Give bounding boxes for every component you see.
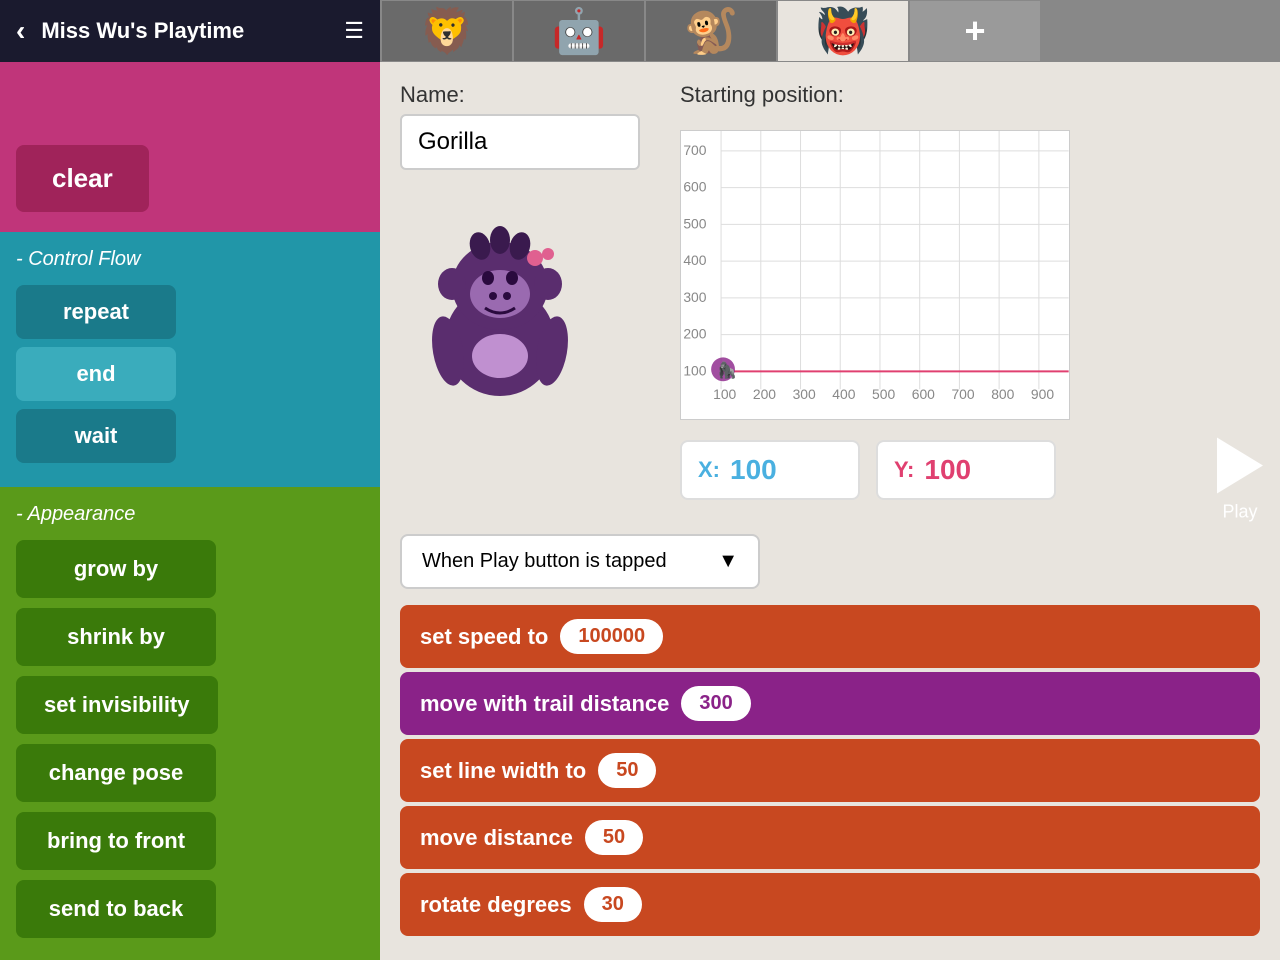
svg-text:800: 800 — [991, 386, 1014, 402]
block-text: set line width to — [420, 758, 586, 784]
grow-by-button[interactable]: grow by — [16, 540, 216, 598]
play-label: Play — [1222, 502, 1257, 523]
svg-text:400: 400 — [683, 252, 706, 268]
content-area: Name: — [380, 62, 1280, 534]
rotate-degrees-block[interactable]: rotate degrees 30 — [400, 873, 1260, 936]
dropdown-arrow-icon: ▼ — [718, 550, 738, 573]
repeat-button[interactable]: repeat — [16, 285, 176, 339]
blocks-container: set speed to 100000 move with trail dist… — [400, 605, 1260, 940]
block-value-linewidth: 50 — [598, 753, 656, 788]
gorilla-image — [400, 196, 600, 396]
char-thumb-1[interactable]: 🦁 — [382, 1, 512, 61]
wait-button[interactable]: wait — [16, 409, 176, 463]
svg-text:500: 500 — [683, 215, 706, 231]
menu-button[interactable]: ☰ — [344, 18, 364, 44]
position-panel: Starting position: — [680, 82, 1070, 514]
name-label: Name: — [400, 82, 660, 108]
y-position-box[interactable]: Y: 100 — [876, 440, 1056, 500]
svg-text:600: 600 — [912, 386, 935, 402]
position-label: Starting position: — [680, 82, 1070, 108]
control-flow-label: - Control Flow — [16, 248, 364, 271]
sidebar-content: clear - Control Flow repeat end wait - A… — [0, 62, 380, 960]
appearance-section: - Appearance grow by shrink by set invis… — [0, 487, 380, 960]
char-emoji-1: 🦁 — [420, 5, 475, 57]
script-area: When Play button is tapped ▼ set speed t… — [380, 534, 1280, 960]
x-label: X: — [698, 457, 720, 483]
set-speed-block[interactable]: set speed to 100000 — [400, 605, 1260, 668]
xy-inputs: X: 100 Y: 100 — [680, 440, 1070, 500]
clear-button[interactable]: clear — [16, 145, 149, 212]
main-area: 🦁 🤖 🐒 👹 + Name: — [380, 0, 1280, 960]
send-to-back-button[interactable]: send to back — [16, 880, 216, 938]
char-emoji-2: 🤖 — [552, 5, 607, 57]
svg-text:700: 700 — [683, 142, 706, 158]
svg-text:400: 400 — [832, 386, 855, 402]
svg-text:300: 300 — [683, 289, 706, 305]
svg-text:900: 900 — [1031, 386, 1054, 402]
bring-to-front-button[interactable]: bring to front — [16, 812, 216, 870]
x-value: 100 — [730, 454, 777, 486]
block-text: set speed to — [420, 624, 548, 650]
char-emoji-4: 👹 — [816, 5, 871, 57]
block-value-trail: 300 — [681, 686, 750, 721]
set-invisibility-button[interactable]: set invisibility — [16, 676, 218, 734]
block-value-speed: 100000 — [560, 619, 663, 654]
app-title: Miss Wu's Playtime — [41, 18, 328, 44]
change-pose-button[interactable]: change pose — [16, 744, 216, 802]
add-character-button[interactable]: + — [910, 1, 1040, 61]
name-input[interactable] — [400, 114, 640, 170]
end-button[interactable]: end — [16, 347, 176, 401]
sidebar: ‹ Miss Wu's Playtime ☰ clear - Control F… — [0, 0, 380, 960]
play-button[interactable]: Play — [1200, 438, 1280, 523]
trigger-label: When Play button is tapped — [422, 550, 667, 573]
set-line-width-block[interactable]: set line width to 50 — [400, 739, 1260, 802]
block-value-rotate: 30 — [584, 887, 642, 922]
character-strip: 🦁 🤖 🐒 👹 + — [380, 0, 1280, 62]
appearance-label: - Appearance — [16, 503, 364, 526]
svg-text:100: 100 — [683, 362, 706, 378]
move-distance-block[interactable]: move distance 50 — [400, 806, 1260, 869]
svg-text:700: 700 — [951, 386, 974, 402]
char-emoji-3: 🐒 — [684, 5, 739, 57]
control-flow-section: - Control Flow repeat end wait — [0, 232, 380, 487]
block-value-movedist: 50 — [585, 820, 643, 855]
y-value: 100 — [924, 454, 971, 486]
svg-text:600: 600 — [683, 179, 706, 195]
back-button[interactable]: ‹ — [16, 15, 25, 47]
char-thumb-2[interactable]: 🤖 — [514, 1, 644, 61]
svg-text:100: 100 — [713, 386, 736, 402]
x-position-box[interactable]: X: 100 — [680, 440, 860, 500]
play-triangle-icon — [1217, 438, 1263, 494]
svg-text:500: 500 — [872, 386, 895, 402]
sidebar-header: ‹ Miss Wu's Playtime ☰ — [0, 0, 380, 62]
block-text: move distance — [420, 825, 573, 851]
svg-text:200: 200 — [683, 326, 706, 342]
move-with-trail-block[interactable]: move with trail distance 300 — [400, 672, 1260, 735]
char-thumb-3[interactable]: 🐒 — [646, 1, 776, 61]
block-text: rotate degrees — [420, 892, 572, 918]
trigger-dropdown[interactable]: When Play button is tapped ▼ — [400, 534, 760, 589]
svg-text:🦍: 🦍 — [717, 360, 737, 379]
char-thumb-4[interactable]: 👹 — [778, 1, 908, 61]
clear-section: clear — [0, 62, 380, 232]
position-grid[interactable]: 700 600 500 400 300 200 100 100 200 300 … — [680, 130, 1070, 420]
svg-text:300: 300 — [793, 386, 816, 402]
shrink-by-button[interactable]: shrink by — [16, 608, 216, 666]
block-text: move with trail distance — [420, 691, 669, 717]
svg-text:200: 200 — [753, 386, 776, 402]
y-label: Y: — [894, 457, 914, 483]
character-panel: Name: — [400, 82, 660, 514]
